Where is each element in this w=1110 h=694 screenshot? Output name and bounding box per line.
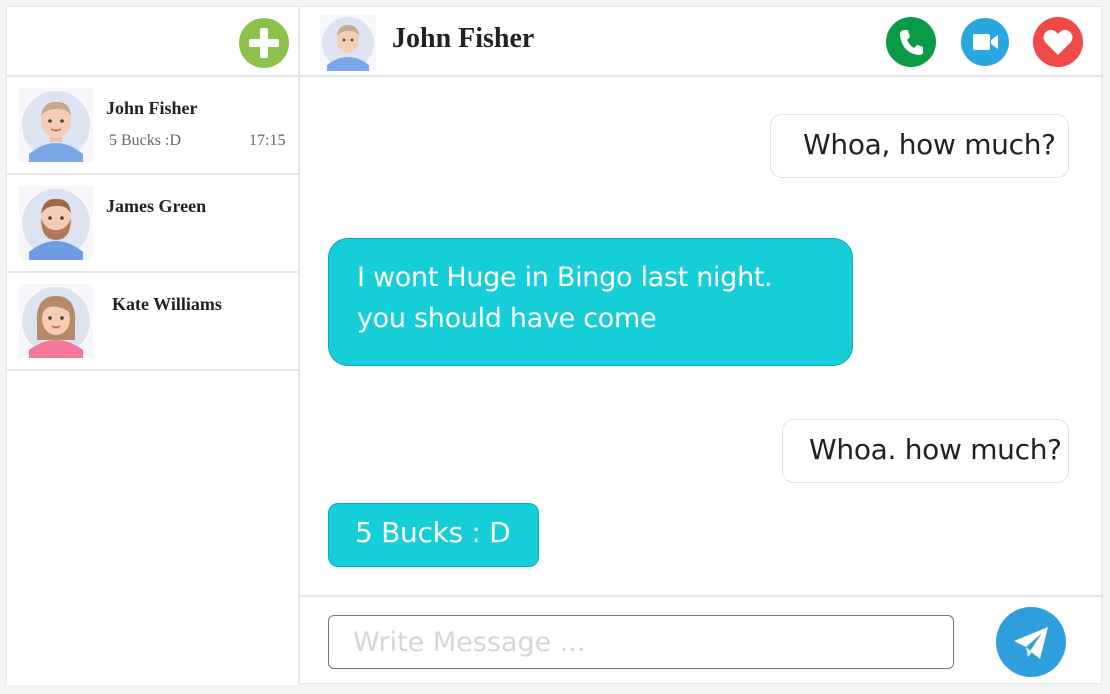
call-button[interactable] (886, 17, 936, 67)
contact-item-john-fisher[interactable]: John Fisher 5 Bucks :D 17:15 (7, 77, 298, 175)
contact-name: James Green (106, 196, 207, 216)
contact-last-message: 5 Bucks :D (109, 132, 181, 149)
favorite-button[interactable] (1033, 17, 1083, 67)
contact-time: 17:15 (249, 132, 286, 149)
contact-item-kate-williams[interactable]: Kate Williams (7, 273, 298, 371)
paper-plane-icon (1014, 627, 1048, 659)
contact-item-james-green[interactable]: James Green (7, 175, 298, 273)
heart-icon (1043, 29, 1073, 55)
outgoing-message: Whoa. how much? (782, 419, 1069, 483)
incoming-message: I wont Huge in Bingo last night. you sho… (328, 238, 853, 366)
contacts-sidebar: John Fisher 5 Bucks :D 17:15 James Green (7, 7, 300, 685)
woman-avatar (19, 284, 93, 358)
add-contact-button[interactable] (239, 18, 289, 68)
man-avatar (320, 15, 376, 71)
incoming-message: 5 Bucks : D (328, 503, 539, 567)
message-input[interactable] (328, 615, 954, 669)
outgoing-message: Whoa, how much? (770, 114, 1069, 178)
video-call-button[interactable] (961, 18, 1009, 66)
send-button[interactable] (996, 607, 1066, 677)
man-avatar (19, 88, 93, 162)
sidebar-header (7, 7, 298, 77)
video-camera-icon (973, 34, 998, 50)
chat-panel: John Fisher Whoa, how much? I wont Huge … (300, 7, 1103, 685)
contact-name: Kate Williams (112, 294, 222, 314)
bearded-man-avatar (19, 186, 93, 260)
message-list: Whoa, how much? I wont Huge in Bingo las… (300, 77, 1103, 595)
plus-icon (249, 28, 279, 58)
chat-header: John Fisher (300, 7, 1103, 77)
chat-title: John Fisher (392, 23, 535, 54)
message-composer (300, 595, 1103, 685)
contact-name: John Fisher (106, 98, 198, 118)
chat-app: John Fisher 5 Bucks :D 17:15 James Green (6, 6, 1103, 685)
phone-icon (900, 30, 923, 55)
